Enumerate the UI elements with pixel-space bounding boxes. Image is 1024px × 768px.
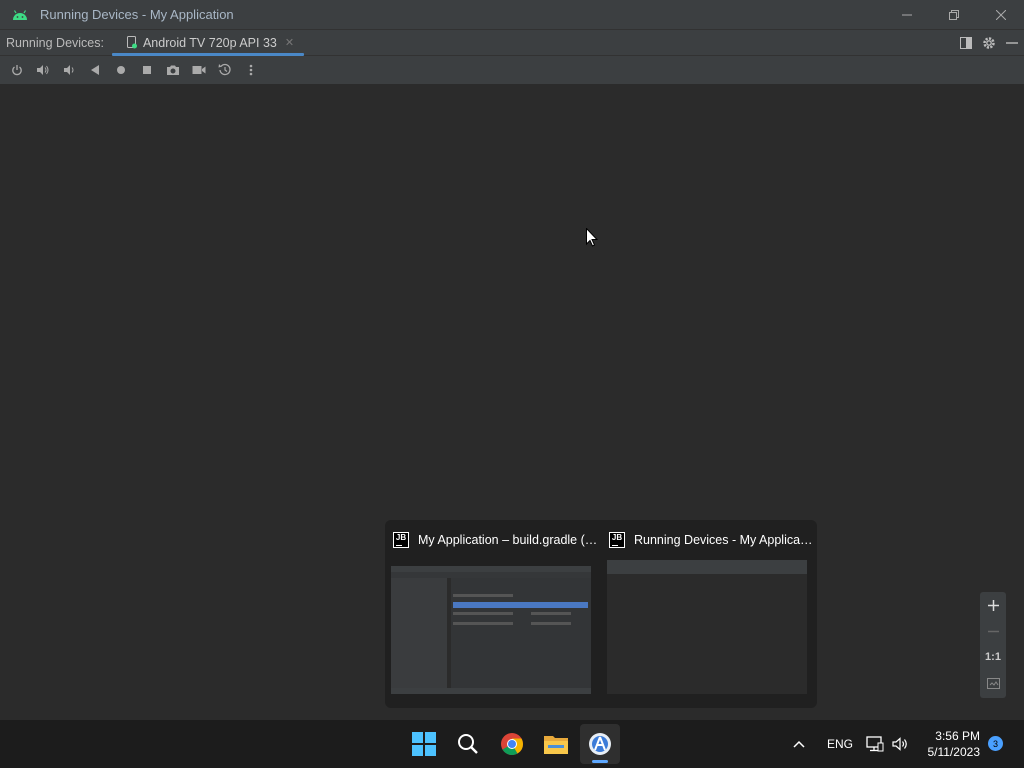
running-devices-label: Running Devices: [6, 35, 104, 50]
windows-taskbar: ENG 3:56 PM 5/11/2023 [0, 720, 1024, 768]
windows-icon [412, 732, 436, 756]
preview-thumbnail [391, 566, 591, 694]
gear-icon[interactable] [982, 36, 996, 50]
chrome-button[interactable] [492, 724, 532, 764]
restore-button[interactable] [930, 0, 977, 29]
video-icon [192, 66, 206, 74]
rotate-icon [218, 63, 231, 76]
volume-up-button[interactable] [30, 58, 56, 82]
jetbrains-icon: JB [393, 532, 409, 548]
android-icon [0, 0, 40, 29]
zoom-out-button[interactable] [980, 618, 1006, 644]
screenshot-button[interactable] [160, 58, 186, 82]
actual-size-button[interactable]: 1:1 [980, 644, 1006, 670]
language-indicator[interactable]: ENG [827, 720, 853, 768]
more-icon [249, 64, 253, 76]
zoom-controls: 1:1 [980, 592, 1006, 698]
reset-button[interactable] [212, 58, 238, 82]
device-icon [126, 36, 137, 49]
back-button[interactable] [82, 58, 108, 82]
camera-icon [167, 65, 179, 75]
show-hidden-icons-button[interactable] [792, 720, 806, 768]
window-title: Running Devices - My Application [40, 7, 234, 22]
chevron-up-icon [793, 740, 805, 748]
power-icon [12, 65, 22, 76]
running-devices-tabbar: Running Devices: Android TV 720p API 33 … [0, 29, 1024, 56]
close-button[interactable] [977, 0, 1024, 29]
home-icon [117, 66, 125, 74]
hide-icon[interactable] [1006, 37, 1018, 49]
minimize-button[interactable] [883, 0, 930, 29]
more-button[interactable] [238, 58, 264, 82]
taskbar-window-previews: JB My Application – build.gradle (:... J [385, 520, 817, 708]
volume-down-button[interactable] [56, 58, 82, 82]
device-toolbar [0, 56, 1024, 84]
volume-up-icon [37, 65, 49, 75]
home-button[interactable] [108, 58, 134, 82]
window-titlebar: Running Devices - My Application [0, 0, 1024, 29]
back-icon [91, 65, 99, 75]
preview-running-devices[interactable]: JB Running Devices - My Applicati... [601, 520, 817, 708]
active-app-indicator [592, 760, 608, 763]
restore-icon [948, 9, 959, 20]
plus-icon [987, 599, 999, 611]
fit-screen-icon [986, 677, 1000, 689]
preview-title: My Application – build.gradle (:... [418, 533, 598, 547]
volume-down-icon [64, 65, 74, 75]
tab-android-tv[interactable]: Android TV 720p API 33 ✕ [111, 30, 305, 56]
overview-button[interactable] [134, 58, 160, 82]
minimize-icon [901, 14, 912, 15]
zoom-in-button[interactable] [980, 592, 1006, 618]
preview-title: Running Devices - My Applicati... [634, 533, 814, 547]
minus-icon [987, 630, 999, 632]
network-icon[interactable] [866, 720, 884, 768]
chrome-icon [501, 733, 523, 755]
close-icon [995, 9, 1006, 20]
start-button[interactable] [404, 724, 444, 764]
volume-icon[interactable] [892, 720, 910, 768]
file-explorer-button[interactable] [536, 724, 576, 764]
android-studio-button[interactable] [580, 724, 620, 764]
fit-screen-button[interactable] [980, 670, 1006, 696]
clock-date: 5/11/2023 [927, 745, 981, 759]
record-button[interactable] [186, 58, 212, 82]
clock[interactable]: 3:56 PM 5/11/2023 [928, 728, 981, 760]
preview-build-gradle[interactable]: JB My Application – build.gradle (:... [385, 520, 601, 708]
tab-close-icon[interactable]: ✕ [285, 36, 294, 49]
mouse-cursor-icon [586, 227, 599, 252]
jetbrains-icon: JB [609, 532, 625, 548]
search-icon [458, 734, 478, 754]
notification-badge[interactable]: 3 [988, 736, 1003, 751]
folder-icon [544, 736, 568, 754]
search-button[interactable] [448, 724, 488, 764]
clock-time: 3:56 PM [935, 729, 980, 743]
power-button[interactable] [4, 58, 30, 82]
tab-label: Android TV 720p API 33 [142, 35, 277, 50]
overview-icon [143, 66, 151, 74]
preview-thumbnail [607, 560, 807, 694]
layout-icon[interactable] [960, 37, 972, 49]
android-studio-icon [589, 733, 611, 755]
